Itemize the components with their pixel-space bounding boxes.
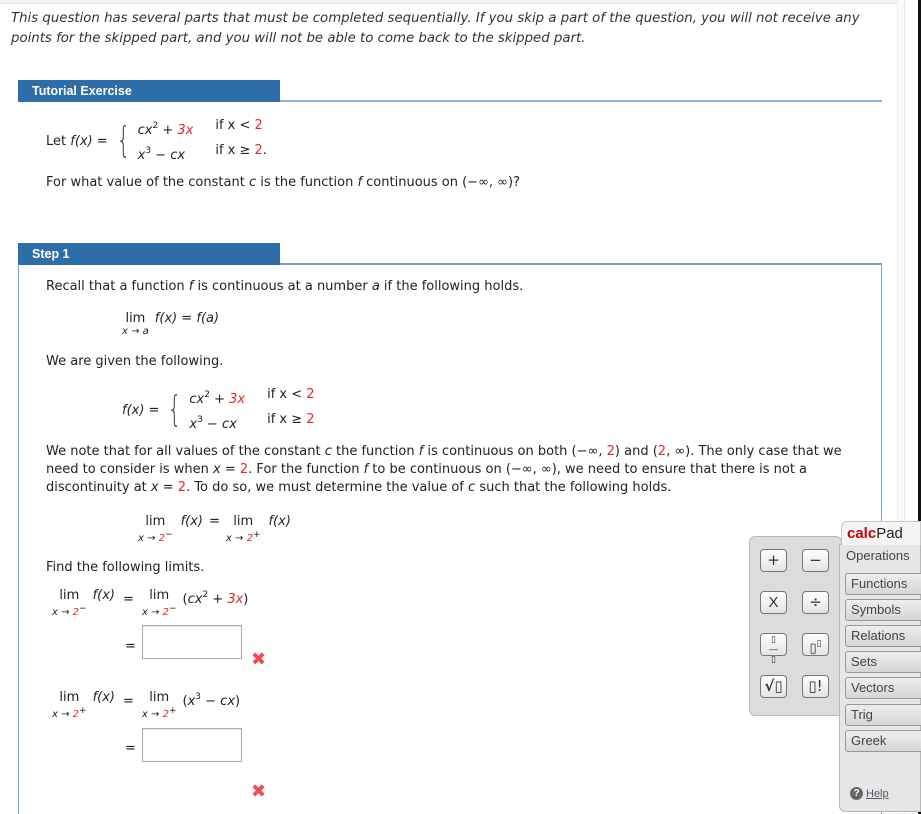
case1-cond: if x < 2 (215, 118, 263, 133)
divide-key[interactable]: ÷ (802, 591, 829, 614)
right-limit-answer-input[interactable] (142, 728, 242, 762)
case1-expr: cx2 + 3x (137, 121, 194, 138)
instructions-text: This question has several parts that mus… (11, 11, 860, 46)
multiply-key[interactable]: X (760, 591, 787, 614)
find-text: Find the following limits. (46, 560, 205, 575)
sqrt-key[interactable]: √▯ (760, 675, 787, 698)
note-paragraph: We note that for all values of the const… (46, 444, 842, 495)
plus-key[interactable]: + (760, 549, 787, 572)
let-label: Let (46, 133, 67, 149)
func-name: f(x) (70, 133, 93, 149)
top-border (0, 0, 897, 4)
incorrect-icon: ✖ (251, 649, 267, 670)
tab-greek[interactable]: Greek (845, 730, 921, 752)
incorrect-icon: ✖ (251, 781, 267, 802)
tab-sets[interactable]: Sets (845, 651, 921, 673)
left-limit-answer-input[interactable] (142, 625, 242, 659)
factorial-key[interactable]: ▯! (802, 675, 829, 698)
recall-text: Recall that a function f is continuous a… (46, 279, 524, 294)
one-sided-equality: lim x → 2− f(x) = lim x → 2+ f(x) (138, 514, 291, 544)
limit-definition: lim x → a f(x) = f(a) (122, 311, 220, 337)
fraction-key[interactable]: ▯ ― ▯ (760, 633, 787, 665)
case2-expr: x3 − cx (137, 146, 186, 163)
tutorial-header: Tutorial Exercise (18, 80, 280, 102)
piecewise-definition: Let f(x) = { cx2 + 3x if x < 2 x3 − cx i… (46, 118, 267, 163)
step1-header: Step 1 (18, 243, 280, 265)
tutorial-header-bar: Tutorial Exercise (18, 80, 882, 102)
help-link[interactable]: ? Help (850, 787, 889, 800)
case2-cond: if x ≥ 2. (215, 143, 267, 158)
tab-vectors[interactable]: Vectors (845, 677, 921, 699)
equals-sign: = (125, 741, 136, 756)
equals-sign: = (125, 639, 136, 654)
piecewise-given: f(x) = { cx2 + 3x if x < 2 x3 − cx if x … (122, 387, 315, 432)
tab-relations[interactable]: Relations (845, 625, 921, 647)
exponent-key[interactable]: ▯▯ (802, 633, 829, 656)
minus-key[interactable]: − (802, 549, 829, 572)
question-text: For what value of the constant c is the … (46, 175, 520, 190)
brace: { (116, 120, 131, 161)
tab-functions[interactable]: Functions (845, 573, 921, 595)
calcpad-keypad: + − X ÷ ▯ ― ▯ ▯▯ √▯ ▯! (749, 536, 842, 716)
right-limit-expression: lim x → 2+ f(x) = lim x → 2+ (x3 − cx) (52, 690, 241, 720)
tab-operations[interactable]: Operations (841, 546, 917, 568)
step1-header-bar: Step 1 (18, 243, 882, 265)
calcpad-title: calcPad (841, 521, 921, 545)
tab-symbols[interactable]: Symbols (845, 599, 921, 621)
help-icon: ? (850, 787, 863, 800)
left-limit-expression: lim x → 2− f(x) = lim x → 2− (cx2 + 3x) (52, 588, 249, 618)
given-text: We are given the following. (46, 354, 224, 369)
tab-trig[interactable]: Trig (845, 704, 921, 726)
